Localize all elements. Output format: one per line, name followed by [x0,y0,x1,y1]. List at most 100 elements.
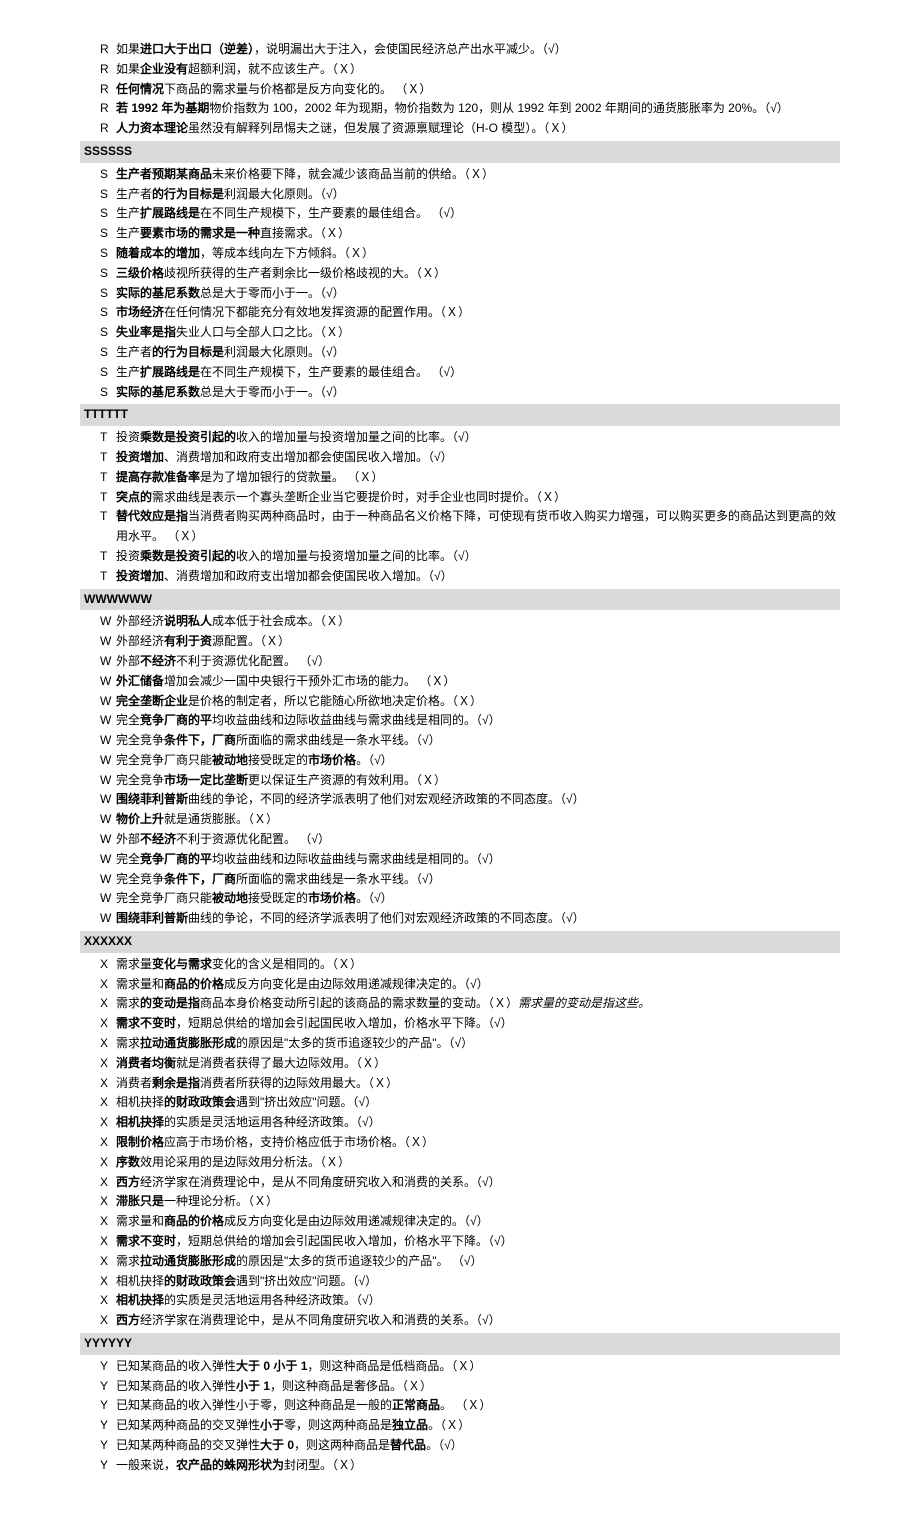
item-text: 生产者的行为目标是利润最大化原则。（√） [116,345,345,359]
item-text: 实际的基尼系数总是大于零而小于一。（√） [116,286,345,300]
list-item: X相机抉择的实质是灵活地运用各种经济政策。（√） [80,1113,840,1133]
item-text: 围绕菲利普斯曲线的争论，不同的经济学派表明了他们对宏观经济政策的不同态度。（√） [116,792,585,806]
list-item: W外汇储备增加会减少一国中央银行干预外汇市场的能力。 （Ｘ） [80,672,840,692]
list-item: S生产者的行为目标是利润最大化原则。（√） [80,185,840,205]
item-text: 消费者剩余是指消费者所获得的边际效用最大。（Ｘ） [116,1076,398,1090]
list-item: Y已知某两种商品的交叉弹性大于 0，则这两种商品是替代品。（√） [80,1436,840,1456]
item-prefix: W [100,711,116,731]
item-text: 任何情况下商品的需求量与价格都是反方向变化的。 （Ｘ） [116,82,431,96]
item-prefix: S [100,323,116,343]
item-prefix: S [100,224,116,244]
item-prefix: X [100,975,116,995]
item-text: 完全竞争条件下，厂商所面临的需求曲线是一条水平线。（√） [116,872,441,886]
item-text: 完全竞争厂商只能被动地接受既定的市场价格。（√） [116,891,393,905]
item-text: 需求不变时，短期总供给的增加会引起国民收入增加，价格水平下降。（√） [116,1016,513,1030]
item-prefix: W [100,830,116,850]
item-prefix: W [100,909,116,929]
list-item: W围绕菲利普斯曲线的争论，不同的经济学派表明了他们对宏观经济政策的不同态度。（√… [80,909,840,929]
list-item: W完全竞争厂商的平均收益曲线和边际收益曲线与需求曲线是相同的。（√） [80,850,840,870]
item-text: 实际的基尼系数总是大于零而小于一。（√） [116,385,345,399]
item-prefix: R [100,40,116,60]
item-text: 突点的需求曲线是表示一个寡头垄断企业当它要提价时，对手企业也同时提价。（Ｘ） [116,490,566,504]
list-item: S生产者的行为目标是利润最大化原则。（√） [80,343,840,363]
item-prefix: T [100,547,116,567]
list-item: Y已知某商品的收入弹性小于 1，则这种商品是奢侈品。（Ｘ） [80,1377,840,1397]
list-item: W完全竞争条件下，厂商所面临的需求曲线是一条水平线。（√） [80,731,840,751]
list-item: W物价上升就是通货膨胀。（Ｘ） [80,810,840,830]
item-prefix: T [100,448,116,468]
item-text: 需求量和商品的价格成反方向变化是由边际效用递减规律决定的。（√） [116,977,489,991]
item-prefix: T [100,428,116,448]
item-text: 失业率是指失业人口与全部人口之比。（Ｘ） [116,325,350,339]
item-text: 外部不经济不利于资源优化配置。 （√） [116,654,330,668]
item-text: 若 1992 年为基期物价指数为 100，2002 年为现期，物价指数为 120… [116,101,789,115]
list-item: W外部不经济不利于资源优化配置。 （√） [80,652,840,672]
list-item: X需求不变时，短期总供给的增加会引起国民收入增加，价格水平下降。（√） [80,1014,840,1034]
item-prefix: W [100,810,116,830]
list-item: Y已知某商品的收入弹性大于 0 小于 1，则这种商品是低档商品。（Ｘ） [80,1357,840,1377]
item-text: 已知某商品的收入弹性小于零，则这种商品是一般的正常商品。 （Ｘ） [116,1398,491,1412]
list-item: X相机抉择的财政政策会遇到"挤出效应"问题。（√） [80,1272,840,1292]
list-item: W完全竞争厂商只能被动地接受既定的市场价格。（√） [80,889,840,909]
list-item: S随着成本的增加，等成本线向左下方倾斜。（Ｘ） [80,244,840,264]
item-text: 生产扩展路线是在不同生产规模下，生产要素的最佳组合。 （√） [116,365,462,379]
list-item: T投资增加、消费增加和政府支出增加都会使国民收入增加。（√） [80,448,840,468]
item-prefix: Y [100,1357,116,1377]
item-prefix: X [100,1093,116,1113]
item-prefix: S [100,185,116,205]
item-prefix: S [100,264,116,284]
item-prefix: T [100,468,116,488]
item-text: 需求量和商品的价格成反方向变化是由边际效用递减规律决定的。（√） [116,1214,489,1228]
list-item: W完全竞争条件下，厂商所面临的需求曲线是一条水平线。（√） [80,870,840,890]
item-prefix: W [100,692,116,712]
item-text: 西方经济学家在消费理论中，是从不同角度研究收入和消费的关系。（√） [116,1313,501,1327]
list-item: R如果进口大于出口（逆差），说明漏出大于注入，会使国民经济总产出水平减少。（√） [80,40,840,60]
item-text: 已知某两种商品的交叉弹性大于 0，则这两种商品是替代品。（√） [116,1438,463,1452]
item-text: 完全竞争市场一定比垄断更以保证生产资源的有效利用。（Ｘ） [116,773,446,787]
item-text: 西方经济学家在消费理论中，是从不同角度研究收入和消费的关系。（√） [116,1175,501,1189]
item-prefix: W [100,790,116,810]
list-item: X西方经济学家在消费理论中，是从不同角度研究收入和消费的关系。（√） [80,1173,840,1193]
item-prefix: S [100,303,116,323]
item-text: 限制价格应高于市场价格，支持价格应低于市场价格。（Ｘ） [116,1135,434,1149]
list-item: X需求量和商品的价格成反方向变化是由边际效用递减规律决定的。（√） [80,1212,840,1232]
section-header: YYYYYY [80,1333,840,1355]
item-text: 替代效应是指当消费者购买两种商品时，由于一种商品名义价格下降，可使现有货币收入购… [116,509,836,543]
item-prefix: Y [100,1396,116,1416]
item-text: 生产者的行为目标是利润最大化原则。（√） [116,187,345,201]
item-text: 完全竞争厂商的平均收益曲线和边际收益曲线与需求曲线是相同的。（√） [116,852,501,866]
item-prefix: S [100,363,116,383]
item-text: 投资增加、消费增加和政府支出增加都会使国民收入增加。（√） [116,450,453,464]
list-item: X需求拉动通货膨胀形成的原因是"太多的货币追逐较少的产品"。（√） [80,1034,840,1054]
item-prefix: S [100,284,116,304]
item-prefix: W [100,731,116,751]
item-text: 需求量变化与需求变化的含义是相同的。（Ｘ） [116,957,362,971]
list-item: R若 1992 年为基期物价指数为 100，2002 年为现期，物价指数为 12… [80,99,840,119]
list-item: X需求不变时，短期总供给的增加会引起国民收入增加，价格水平下降。（√） [80,1232,840,1252]
item-text: 如果进口大于出口（逆差），说明漏出大于注入，会使国民经济总产出水平减少。（√） [116,42,567,56]
item-text: 随着成本的增加，等成本线向左下方倾斜。（Ｘ） [116,246,374,260]
item-text: 外部不经济不利于资源优化配置。 （√） [116,832,330,846]
item-prefix: S [100,165,116,185]
list-item: S市场经济在任何情况下都能充分有效地发挥资源的配置作用。（Ｘ） [80,303,840,323]
item-text: 已知某商品的收入弹性小于 1，则这种商品是奢侈品。（Ｘ） [116,1379,432,1393]
item-prefix: X [100,1034,116,1054]
item-text: 物价上升就是通货膨胀。（Ｘ） [116,812,278,826]
section-header: XXXXXX [80,931,840,953]
list-item: T投资乘数是投资引起的收入的增加量与投资增加量之间的比率。（√） [80,547,840,567]
item-prefix: T [100,488,116,508]
item-prefix: S [100,244,116,264]
item-text: 相机抉择的实质是灵活地运用各种经济政策。（√） [116,1115,381,1129]
item-text: 需求拉动通货膨胀形成的原因是"太多的货币追逐较少的产品"。 （√） [116,1254,482,1268]
item-prefix: S [100,343,116,363]
list-item: X需求拉动通货膨胀形成的原因是"太多的货币追逐较少的产品"。 （√） [80,1252,840,1272]
item-text: 外部经济说明私人成本低于社会成本。（Ｘ） [116,614,350,628]
list-item: W外部不经济不利于资源优化配置。 （√） [80,830,840,850]
item-prefix: R [100,60,116,80]
item-text: 已知某商品的收入弹性大于 0 小于 1，则这种商品是低档商品。（Ｘ） [116,1359,481,1373]
list-item: Y已知某两种商品的交叉弹性小于零，则这两种商品是独立品。（Ｘ） [80,1416,840,1436]
list-item: S生产扩展路线是在不同生产规模下，生产要素的最佳组合。 （√） [80,204,840,224]
item-text: 序数效用论采用的是边际效用分析法。（Ｘ） [116,1155,350,1169]
item-text: 滞胀只是一种理论分析。（Ｘ） [116,1194,278,1208]
list-item: X相机抉择的财政政策会遇到"挤出效应"问题。（√） [80,1093,840,1113]
